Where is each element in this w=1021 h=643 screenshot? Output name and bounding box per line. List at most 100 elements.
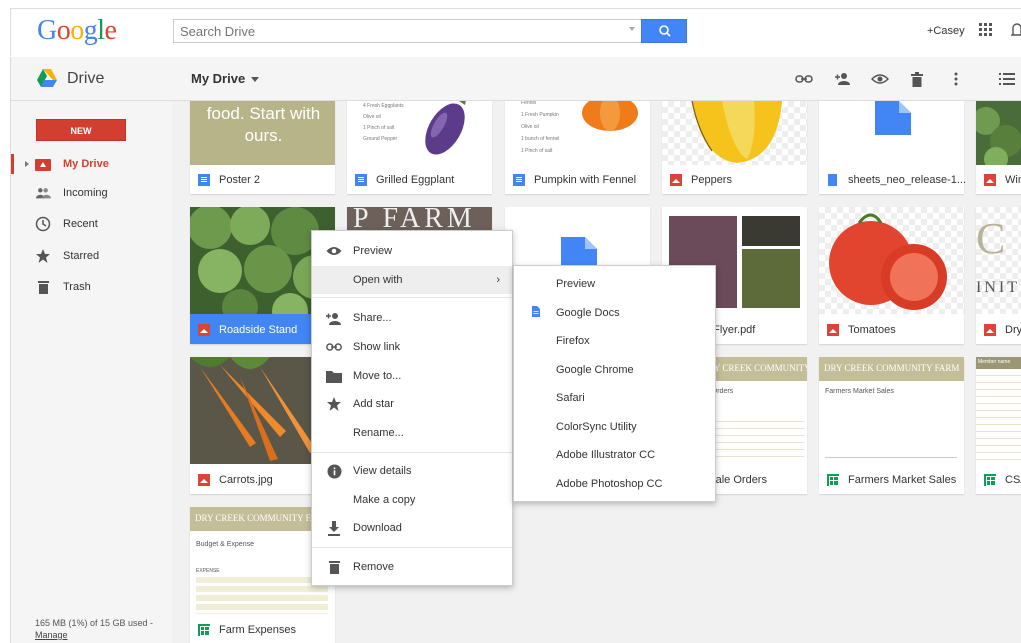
file-tile-sheets-neo[interactable]: sheets_neo_release-1...: [819, 101, 967, 194]
file-tile-grilled-eggplant[interactable]: 4 Fresh Eggplants Olive oil 1 Pinch of s…: [347, 101, 492, 194]
menu-item-open-with[interactable]: Open with ›: [312, 266, 512, 294]
menu-item-label: Move to...: [353, 370, 402, 382]
star-icon: [326, 396, 342, 412]
menu-item-label: Safari: [556, 392, 585, 404]
menu-item-share[interactable]: Share...: [312, 304, 512, 332]
file-tile-farmers-market-sales[interactable]: DRY CREEK COMMUNITY FARM Farmers Market …: [819, 357, 964, 494]
sidebar-item-label: My Drive: [63, 158, 109, 170]
open-with-firefox[interactable]: Firefox: [514, 327, 715, 355]
menu-item-rename[interactable]: Rename...: [312, 419, 512, 447]
file-name: Poster 2: [219, 174, 260, 186]
google-logo[interactable]: Google: [37, 15, 117, 47]
menu-item-label: Adobe Photoshop CC: [556, 478, 663, 490]
open-with-safari[interactable]: Safari: [514, 384, 715, 412]
list-view-icon[interactable]: [997, 69, 1017, 89]
preview-eye-icon[interactable]: [870, 69, 890, 89]
eggplant-thumbnail: 4 Fresh Eggplants Olive oil 1 Pinch of s…: [347, 101, 492, 165]
chart-axis: [825, 457, 957, 458]
top-bar: Google +Casey: [10, 8, 1021, 56]
menu-item-label: Download: [353, 522, 402, 534]
image-icon: [827, 324, 839, 336]
drive-title[interactable]: Drive: [67, 70, 104, 88]
sheet-heading: Budget & Expense: [196, 541, 254, 548]
sheet-thumbnail: Member name: [976, 357, 1021, 464]
open-with-google-docs[interactable]: Google Docs: [514, 299, 715, 327]
file-name: CSA: [1005, 474, 1021, 486]
people-icon: [35, 185, 51, 201]
flyer-vegetables: [742, 249, 800, 308]
sidebar-item-incoming[interactable]: Incoming: [11, 180, 173, 206]
menu-divider: [312, 297, 512, 298]
menu-item-label: Adobe Illustrator CC: [556, 449, 656, 461]
sidebar-item-label: Trash: [63, 281, 91, 293]
menu-item-label: Google Chrome: [556, 364, 634, 376]
file-name: sheets_neo_release-1...: [848, 174, 967, 186]
open-with-google-chrome[interactable]: Google Chrome: [514, 356, 715, 384]
open-with-adobe-illustrator[interactable]: Adobe Illustrator CC: [514, 441, 715, 469]
letters-thumbnail: C INIT: [976, 207, 1021, 314]
menu-item-remove[interactable]: Remove: [312, 553, 512, 581]
add-person-icon: [326, 310, 342, 326]
download-icon: [326, 520, 342, 536]
search-button[interactable]: [641, 19, 687, 43]
notifications-bell-icon[interactable]: [1010, 21, 1021, 42]
open-with-colorsync-utility[interactable]: ColorSync Utility: [514, 413, 715, 441]
drive-logo-icon[interactable]: [37, 69, 57, 90]
submenu-arrow-icon: ›: [496, 274, 500, 286]
menu-item-preview[interactable]: Preview: [312, 237, 512, 265]
add-person-icon[interactable]: [833, 69, 853, 89]
menu-item-show-link[interactable]: Show link: [312, 333, 512, 361]
file-tile-dry[interactable]: C INIT Dry: [976, 207, 1021, 344]
file-tile-pumpkin-with-fennel[interactable]: Fennel 1 Fresh Pumpkin Olive oil 1 bunch…: [505, 101, 650, 194]
more-options-icon[interactable]: [946, 69, 966, 89]
file-label: Dry: [984, 324, 1021, 336]
file-tile-peppers[interactable]: Peppers: [662, 101, 807, 194]
sheet-rows: [976, 369, 1021, 464]
recipe-list: Fennel 1 Fresh Pumpkin Olive oil 1 bunch…: [521, 101, 559, 157]
sidebar-item-my-drive[interactable]: My Drive: [11, 151, 173, 177]
file-tile-poster-2[interactable]: food. Start with ours. Poster 2: [190, 101, 335, 194]
tomato-illustration: [829, 213, 947, 310]
trash-icon[interactable]: [907, 69, 927, 89]
menu-item-download[interactable]: Download: [312, 514, 512, 542]
menu-item-view-details[interactable]: View details: [312, 457, 512, 485]
file-label: Farm Expenses: [198, 624, 296, 636]
sheet-column-header: Member name: [978, 359, 1011, 365]
file-name: Grilled Eggplant: [376, 174, 455, 186]
link-icon[interactable]: [794, 69, 814, 89]
sheet-rows: [196, 577, 328, 614]
my-drive-dropdown[interactable]: My Drive: [191, 71, 260, 86]
sheet-icon: [984, 474, 996, 486]
open-with-adobe-photoshop[interactable]: Adobe Photoshop CC: [514, 470, 715, 498]
search-input[interactable]: [174, 20, 614, 42]
file-name: Pumpkin with Fennel: [534, 174, 637, 186]
star-icon: [35, 248, 51, 264]
search-box: [173, 19, 641, 43]
new-button[interactable]: NEW: [36, 119, 126, 141]
menu-item-label: Add star: [353, 398, 394, 410]
poster-text: food. Start with ours.: [206, 104, 321, 145]
menu-item-move-to[interactable]: Move to...: [312, 362, 512, 390]
doc-icon: [513, 174, 525, 186]
search-options-icon[interactable]: [629, 27, 635, 31]
menu-item-label: Share...: [353, 312, 392, 324]
eye-icon: [326, 243, 342, 259]
expand-arrow-icon[interactable]: [25, 161, 29, 167]
sheet-thumbnail: DRY CREEK COMMUNITY FARM Farmers Market …: [819, 357, 964, 464]
file-tile-win[interactable]: Win: [976, 101, 1021, 194]
apps-grid-icon[interactable]: [979, 23, 993, 40]
user-link[interactable]: +Casey: [927, 25, 965, 37]
file-thumbnail: [819, 101, 964, 165]
sidebar-item-recent[interactable]: Recent: [11, 211, 173, 237]
poster-thumbnail: food. Start with ours.: [190, 101, 335, 165]
menu-item-add-star[interactable]: Add star: [312, 390, 512, 418]
sidebar-item-starred[interactable]: Starred: [11, 243, 173, 269]
menu-item-label: Firefox: [556, 335, 590, 347]
menu-item-make-a-copy[interactable]: Make a copy: [312, 486, 512, 514]
file-tile-csa[interactable]: Member name CSA: [976, 357, 1021, 494]
storage-used: 165 MB (1%) of 15 GB used -: [35, 618, 154, 628]
file-tile-tomatoes[interactable]: Tomatoes: [819, 207, 964, 344]
manage-storage-link[interactable]: Manage: [35, 629, 153, 641]
sidebar-item-trash[interactable]: Trash: [11, 274, 173, 300]
open-with-preview[interactable]: Preview: [514, 270, 715, 298]
